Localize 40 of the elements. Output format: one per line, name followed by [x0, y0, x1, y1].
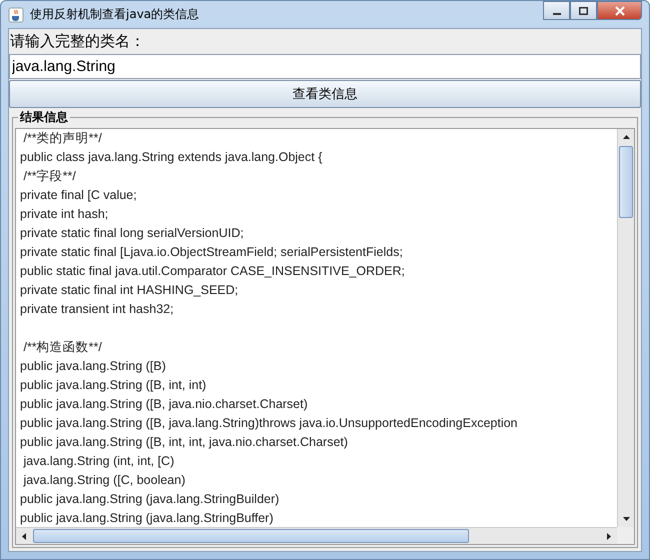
close-icon: [614, 6, 624, 16]
class-name-label: 请输入完整的类名：: [9, 31, 146, 52]
code-line: java.lang.String (int, int, [C): [22, 453, 176, 470]
maximize-icon: [579, 6, 588, 14]
code-line: private int hash;: [20, 206, 110, 223]
minimize-button[interactable]: [543, 1, 570, 20]
scroll-thumb[interactable]: [619, 146, 633, 218]
vertical-scrollbar[interactable]: [617, 129, 634, 527]
code-line: private static final long serialVersionUID;: [20, 225, 245, 242]
code-line: private static final int HASHING_SEED;: [20, 282, 240, 299]
code-line: public java.lang.String ([B, java.nio.charset.Charset): [20, 396, 309, 413]
code-line: public static final java.util.Comparator CASE_INSENSITIVE_ORDER;: [20, 263, 406, 280]
maximize-button[interactable]: [570, 1, 597, 20]
scroll-right-icon[interactable]: [607, 532, 611, 540]
minimize-icon: [552, 12, 560, 14]
horizontal-scrollbar[interactable]: [16, 527, 617, 544]
window-title: 使用反射机制查看java的类信息: [30, 6, 200, 23]
scroll-thumb[interactable]: [33, 529, 469, 543]
class-name-field[interactable]: java.lang.String: [9, 54, 641, 79]
scroll-down-icon[interactable]: [622, 517, 630, 521]
scroll-up-icon[interactable]: [622, 135, 630, 139]
code-line: private transient int hash32;: [20, 301, 175, 318]
panel-title: 结果信息: [18, 109, 70, 126]
code-line: public class java.lang.String extends java.lang.Object {: [20, 149, 324, 166]
code-line: public java.lang.String ([B): [20, 358, 167, 375]
code-line: /**构造函数**/: [22, 339, 103, 356]
view-class-info-button[interactable]: 查看类信息: [9, 80, 641, 108]
code-line: private static final [Ljava.io.ObjectStreamField; serialPersistentFields;: [20, 244, 404, 261]
code-line: private final [C value;: [20, 187, 138, 204]
scroll-left-icon[interactable]: [22, 532, 26, 540]
code-line: /**字段**/: [22, 168, 77, 185]
code-line: java.lang.String ([C, boolean): [22, 472, 186, 489]
cup-icon: [8, 6, 24, 22]
code-line: public java.lang.String ([B, int, int, java.nio.charset.Charset): [20, 434, 349, 451]
code-line: public java.lang.String ([B, java.lang.String)throws java.io.UnsupportedEncodingException: [20, 415, 519, 432]
code-line: public java.lang.String (java.lang.StringBuilder): [20, 491, 280, 508]
code-line: public java.lang.String ([B, int, int): [20, 377, 208, 394]
code-line: public java.lang.String (java.lang.StringBuffer): [20, 510, 274, 527]
code-line: /**类的声明**/: [22, 130, 103, 147]
close-button[interactable]: [597, 1, 642, 20]
